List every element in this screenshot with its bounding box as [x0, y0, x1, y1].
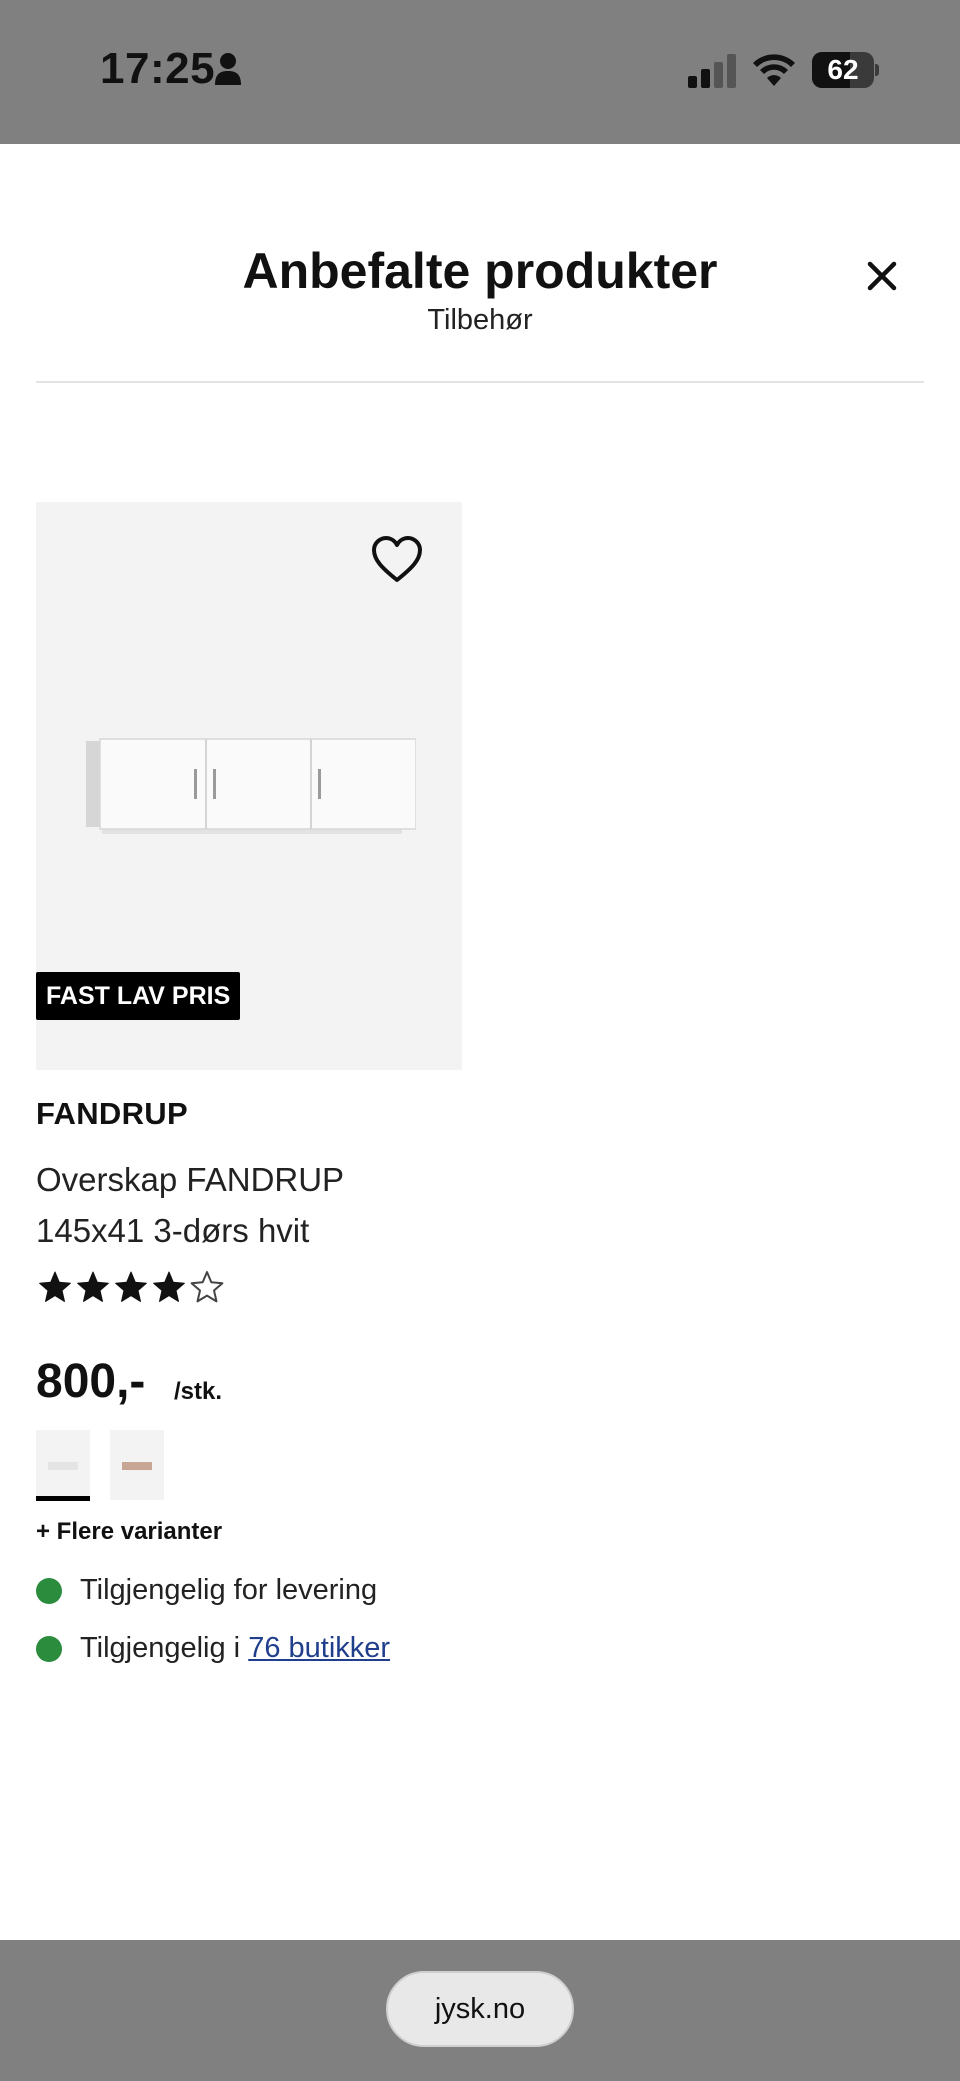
- price-badge: FAST LAV PRIS: [36, 972, 241, 1020]
- price-unit: /stk.: [174, 1378, 223, 1405]
- store-availability-prefix: Tilgjengelig i: [80, 1632, 241, 1664]
- star-filled-icon: [153, 1271, 185, 1302]
- heart-icon: [372, 536, 422, 582]
- cellular-signal-icon: [686, 54, 736, 93]
- star-filled-icon: [77, 1271, 109, 1302]
- close-button[interactable]: [860, 254, 904, 298]
- close-icon: [867, 261, 897, 291]
- status-time: 17:25: [100, 44, 216, 93]
- star-filled-icon: [115, 1271, 147, 1302]
- browser-bottom-bar: jysk.no: [0, 1940, 960, 2081]
- product-name[interactable]: Overskap FANDRUP 145x41 3-dørs hvit: [36, 1154, 456, 1256]
- url-bar[interactable]: jysk.no: [386, 1971, 574, 2047]
- swatch-color: [48, 1462, 78, 1470]
- variant-swatch-oak[interactable]: [110, 1430, 164, 1500]
- battery-level: 62: [827, 54, 859, 85]
- swatch-selected-indicator: [36, 1496, 90, 1501]
- available-dot-icon: [36, 1577, 62, 1604]
- star-empty-icon: [190, 1271, 224, 1303]
- swatch-color: [122, 1462, 152, 1470]
- available-dot-icon: [36, 1635, 62, 1662]
- header-divider: [36, 381, 924, 383]
- status-bar: 17:25 62: [0, 0, 960, 144]
- battery-icon: 62: [812, 52, 879, 88]
- star-filled-icon: [39, 1271, 71, 1302]
- modal-subtitle: Tilbehør: [427, 304, 533, 336]
- delivery-availability-text: Tilgjengelig for levering: [80, 1574, 378, 1606]
- rating-stars: [38, 1270, 224, 1304]
- product-price: 800,-: [36, 1355, 146, 1408]
- stores-link[interactable]: 76 butikker: [248, 1632, 390, 1665]
- favorite-button[interactable]: [370, 534, 424, 584]
- more-variants-link[interactable]: + Flere varianter: [36, 1518, 222, 1546]
- modal-title: Anbefalte produkter: [242, 243, 718, 299]
- delivery-availability: Tilgjengelig for levering: [36, 1574, 377, 1607]
- product-brand: FANDRUP: [36, 1096, 188, 1131]
- store-availability: Tilgjengelig i 76 butikker: [36, 1632, 390, 1665]
- variant-swatch-white[interactable]: [36, 1430, 90, 1501]
- wifi-icon: [752, 52, 796, 91]
- product-image[interactable]: FAST LAV PRIS: [36, 502, 462, 1070]
- wall-cabinet-image: [86, 738, 416, 834]
- person-icon: [214, 52, 242, 91]
